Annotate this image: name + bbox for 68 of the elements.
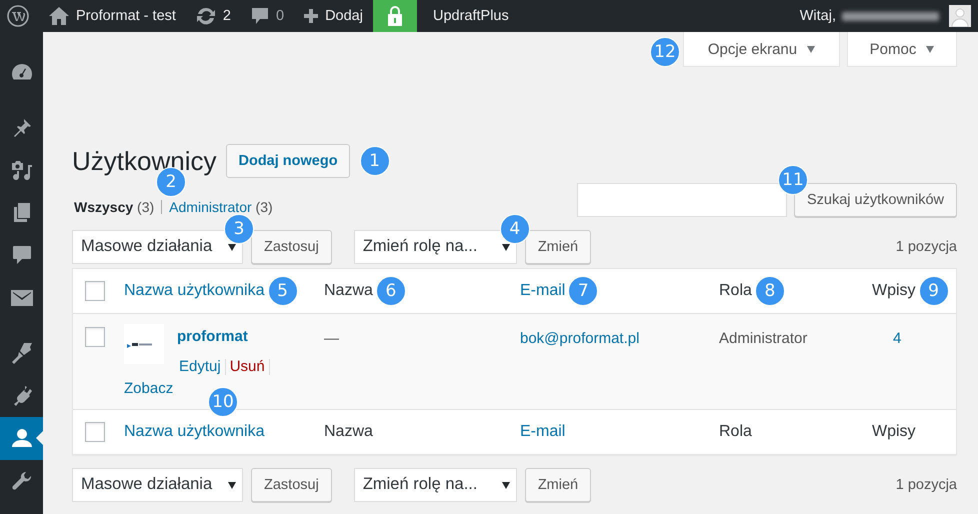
callout-number: 11: [778, 165, 808, 195]
row-action-link[interactable]: Usuń: [230, 358, 265, 375]
plus-icon[interactable]: [304, 9, 318, 23]
refresh-icon[interactable]: [196, 7, 216, 25]
padlock-icon[interactable]: [386, 6, 403, 26]
apply-button[interactable]: Zastosuj: [251, 468, 332, 502]
filter-link[interactable]: Wszyscy (3): [74, 199, 154, 215]
role-cell-text: Administrator: [719, 329, 808, 347]
checkbox[interactable]: [85, 281, 105, 301]
pages-icon[interactable]: [12, 202, 30, 223]
new-link[interactable]: Dodaj: [325, 8, 363, 24]
column-header: Nazwa: [324, 282, 373, 300]
callout-number: 7: [568, 276, 598, 306]
wrench-icon[interactable]: [12, 470, 32, 491]
checkbox[interactable]: [85, 422, 105, 442]
bulk-actions-dropdown[interactable]: Masowe działania: [72, 468, 243, 502]
mail-icon[interactable]: [10, 290, 32, 306]
apply-button[interactable]: Zastosuj: [251, 230, 332, 264]
screen-tab[interactable]: Opcje ekranu: [683, 32, 840, 67]
column-header: Rola: [719, 423, 752, 441]
checkbox[interactable]: [85, 327, 105, 347]
column-header[interactable]: Nazwa użytkownika: [124, 423, 264, 441]
search-field[interactable]: [577, 183, 787, 217]
callout-number: 10: [208, 387, 238, 417]
updraftplus-link[interactable]: UpdraftPlus: [432, 8, 509, 24]
comment-icon[interactable]: [251, 7, 269, 25]
pin-icon[interactable]: [12, 118, 32, 138]
dashboard-icon[interactable]: [10, 63, 32, 82]
camera-music-icon[interactable]: [10, 159, 32, 182]
callout-number: 6: [376, 276, 406, 306]
posts-count-link[interactable]: 4: [893, 330, 902, 347]
wordpress-logo-icon[interactable]: [7, 5, 29, 27]
row-action-link[interactable]: Zobacz: [124, 380, 174, 397]
name-cell-text: —: [324, 329, 340, 347]
email-link[interactable]: bok@proformat.pl: [520, 330, 640, 347]
item-count: 1 pozycja: [896, 238, 957, 254]
callout-number: 3: [224, 214, 254, 244]
column-header: Wpisy: [872, 423, 916, 441]
item-count: 1 pozycja: [896, 476, 957, 492]
callout-number: 9: [918, 276, 949, 306]
column-header[interactable]: Nazwa użytkownika: [124, 282, 264, 300]
column-header[interactable]: E-mail: [520, 423, 566, 441]
user-icon[interactable]: [10, 428, 32, 448]
comments-count[interactable]: 0: [276, 8, 284, 24]
brush-icon[interactable]: [10, 342, 32, 364]
change-role-dropdown[interactable]: Zmień rolę na...: [354, 468, 517, 502]
callout-number: 12: [650, 37, 680, 67]
column-header: Nazwa: [324, 423, 373, 441]
row-action-link[interactable]: Edytuj: [179, 358, 221, 375]
column-header: Rola: [719, 282, 752, 300]
filter-link[interactable]: Administrator (3): [169, 199, 273, 215]
callout-number: 1: [360, 146, 390, 176]
column-header[interactable]: E-mail: [520, 282, 566, 300]
change-button[interactable]: Zmień: [524, 468, 592, 502]
greeting-text[interactable]: Witaj,: [800, 8, 836, 24]
menu-item[interactable]: [0, 417, 43, 460]
comment-icon[interactable]: [12, 245, 32, 266]
screen-tab[interactable]: Pomoc: [847, 32, 957, 67]
updates-count[interactable]: 2: [222, 8, 231, 24]
home-icon[interactable]: [49, 7, 69, 25]
callout-number: 4: [500, 214, 530, 244]
callout-number: 8: [754, 276, 785, 306]
column-header: Wpisy: [872, 282, 916, 300]
callout-number: 5: [268, 276, 298, 306]
change-button[interactable]: Zmień: [524, 230, 592, 264]
site-name-link[interactable]: Proformat - test: [76, 8, 176, 24]
username-link[interactable]: proformat: [177, 328, 248, 345]
add-new-button[interactable]: Dodaj nowego: [226, 144, 350, 178]
